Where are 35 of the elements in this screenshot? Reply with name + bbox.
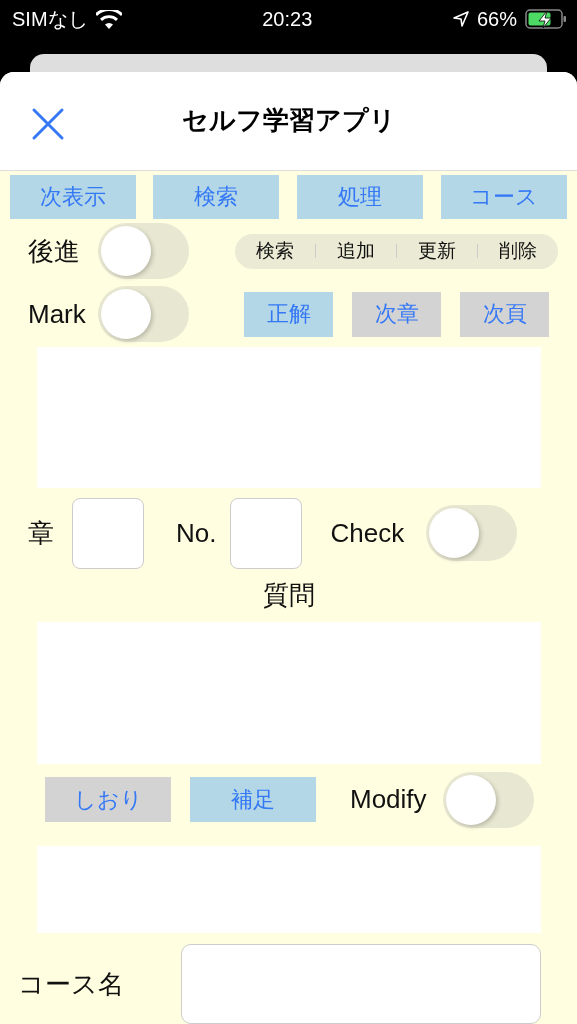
wifi-icon	[95, 9, 122, 29]
modify-label: Modify	[350, 784, 428, 816]
mark-label: Mark	[28, 298, 87, 330]
course-name-field[interactable]	[181, 944, 541, 1024]
menu-button[interactable]: コース	[441, 174, 567, 219]
text-area[interactable]	[37, 347, 541, 489]
text-area[interactable]	[37, 845, 541, 933]
question-text-area[interactable]	[37, 621, 541, 764]
menu-button[interactable]: 処理	[297, 174, 423, 219]
question-label: 質問	[262, 579, 315, 613]
chapter-label: 章	[28, 516, 54, 550]
number-label: No.	[176, 517, 217, 549]
time-text: 20:23	[262, 7, 313, 31]
segment-option[interactable]: 追加	[318, 235, 394, 267]
carrier-text: SIMなし	[12, 6, 88, 32]
action-button[interactable]: 正解	[244, 291, 333, 337]
segment-option[interactable]: 削除	[480, 235, 556, 267]
action-button[interactable]: 補足	[190, 777, 316, 823]
action-button[interactable]: 次章	[352, 291, 441, 337]
reverse-label: 後進	[28, 234, 80, 268]
battery-percent-text: 66%	[476, 7, 517, 31]
menu-button[interactable]: 検索	[153, 174, 279, 219]
segment-option[interactable]: 検索	[237, 235, 313, 267]
close-button[interactable]	[30, 106, 66, 142]
action-button[interactable]: 次頁	[460, 291, 549, 337]
battery-charging-icon	[525, 9, 567, 29]
number-field[interactable]	[230, 497, 303, 569]
menu-button[interactable]: 次表示	[10, 174, 136, 219]
screen-title: セルフ学習アプリ	[181, 104, 396, 138]
location-arrow-icon	[452, 11, 469, 27]
check-label: Check	[330, 517, 405, 549]
chapter-field[interactable]	[72, 497, 144, 569]
segment-option[interactable]: 更新	[399, 235, 475, 267]
action-button[interactable]: しおり	[45, 777, 171, 823]
course-name-label: コース名	[18, 967, 125, 1001]
